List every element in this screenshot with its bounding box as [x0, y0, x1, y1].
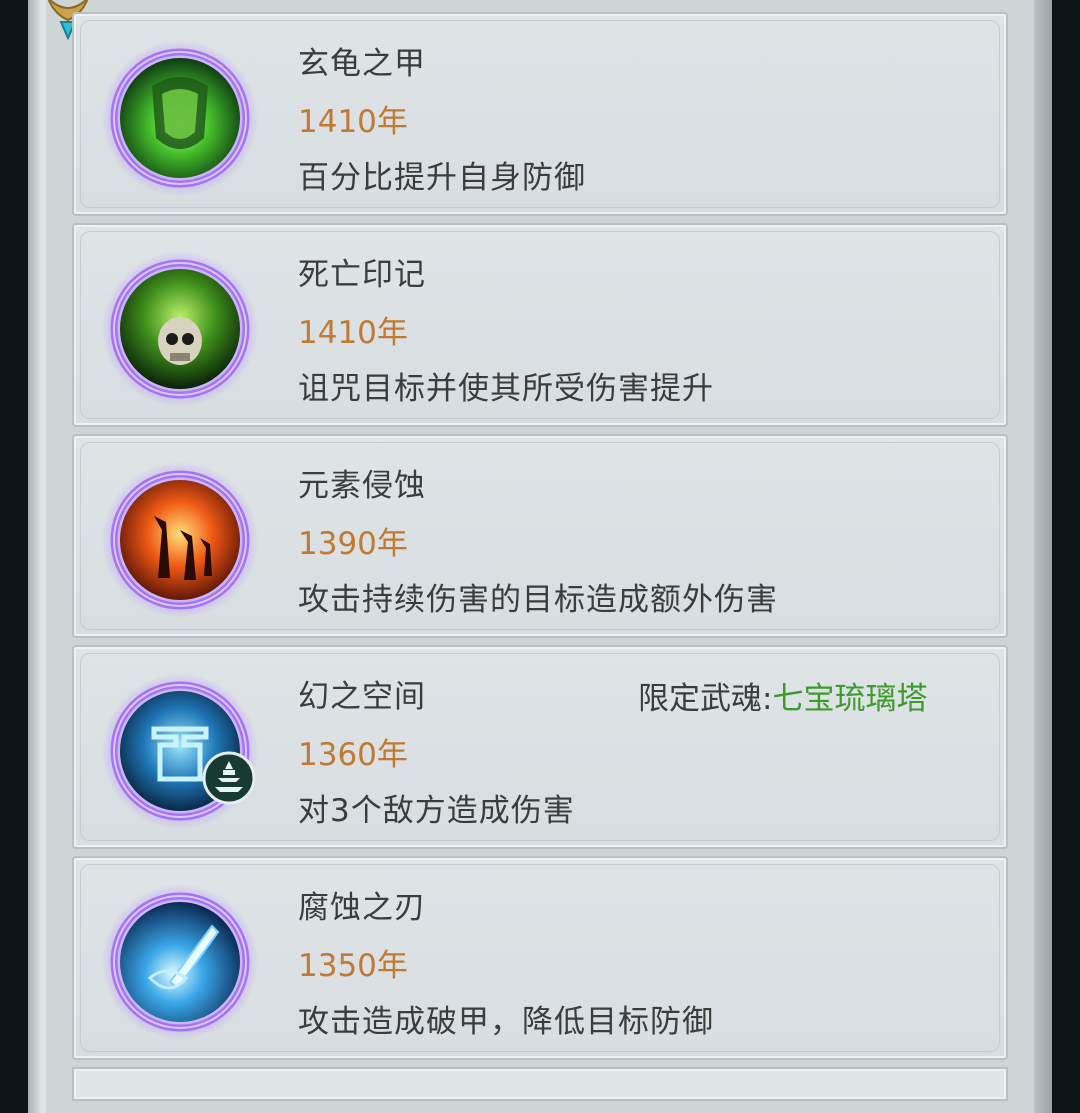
skill-icon-frame	[100, 249, 260, 409]
skill-description: 百分比提升自身防御	[298, 160, 586, 196]
skill-years: 1360年	[298, 737, 408, 773]
skill-name: 玄龟之甲	[298, 46, 426, 82]
skill-list: 玄龟之甲 1410年 百分比提升自身防御 死亡印记 1410年 诅咒目标并使其所…	[72, 12, 1008, 1101]
restriction-label: 限定武魂:	[638, 681, 773, 717]
spirit-badge	[202, 751, 256, 805]
skill-card-siwang[interactable]: 死亡印记 1410年 诅咒目标并使其所受伤害提升	[72, 223, 1008, 427]
skill-card-fushi[interactable]: 腐蚀之刃 1350年 攻击造成破甲，降低目标防御	[72, 856, 1008, 1060]
skill-icon-frame	[100, 38, 260, 198]
skill-description: 诅咒目标并使其所受伤害提升	[298, 371, 714, 407]
skill-name: 幻之空间	[298, 679, 426, 715]
skill-icon-frame	[100, 882, 260, 1042]
skill-description: 攻击持续伤害的目标造成额外伤害	[298, 582, 778, 618]
skill-card-next-partial[interactable]	[72, 1067, 1008, 1101]
restriction-spirit-name: 七宝琉璃塔	[772, 681, 928, 717]
skill-panel-frame: 玄龟之甲 1410年 百分比提升自身防御 死亡印记 1410年 诅咒目标并使其所…	[28, 0, 1052, 1113]
skill-description: 对3个敌方造成伤害	[298, 793, 575, 829]
skill-years: 1410年	[298, 315, 408, 351]
skill-description: 攻击造成破甲，降低目标防御	[298, 1004, 714, 1040]
skill-name: 腐蚀之刃	[298, 890, 426, 926]
skill-card-huanzhi[interactable]: 幻之空间 限定武魂:七宝琉璃塔 1360年 对3个敌方造成伤害	[72, 645, 1008, 849]
skill-years: 1350年	[298, 948, 408, 984]
skill-card-xuangui[interactable]: 玄龟之甲 1410年 百分比提升自身防御	[72, 12, 1008, 216]
skill-years: 1410年	[298, 104, 408, 140]
skill-card-yuansu[interactable]: 元素侵蚀 1390年 攻击持续伤害的目标造成额外伤害	[72, 434, 1008, 638]
green-armor-icon	[102, 40, 258, 196]
corrosion-blade-icon	[102, 884, 258, 1040]
fire-erosion-icon	[102, 462, 258, 618]
skull-mark-icon	[102, 251, 258, 407]
skill-name: 元素侵蚀	[298, 468, 426, 504]
pagoda-badge-icon	[202, 751, 256, 805]
skill-name: 死亡印记	[298, 257, 426, 293]
spirit-restriction: 限定武魂:七宝琉璃塔	[638, 673, 927, 718]
skill-years: 1390年	[298, 526, 408, 562]
skill-icon-frame	[100, 460, 260, 620]
